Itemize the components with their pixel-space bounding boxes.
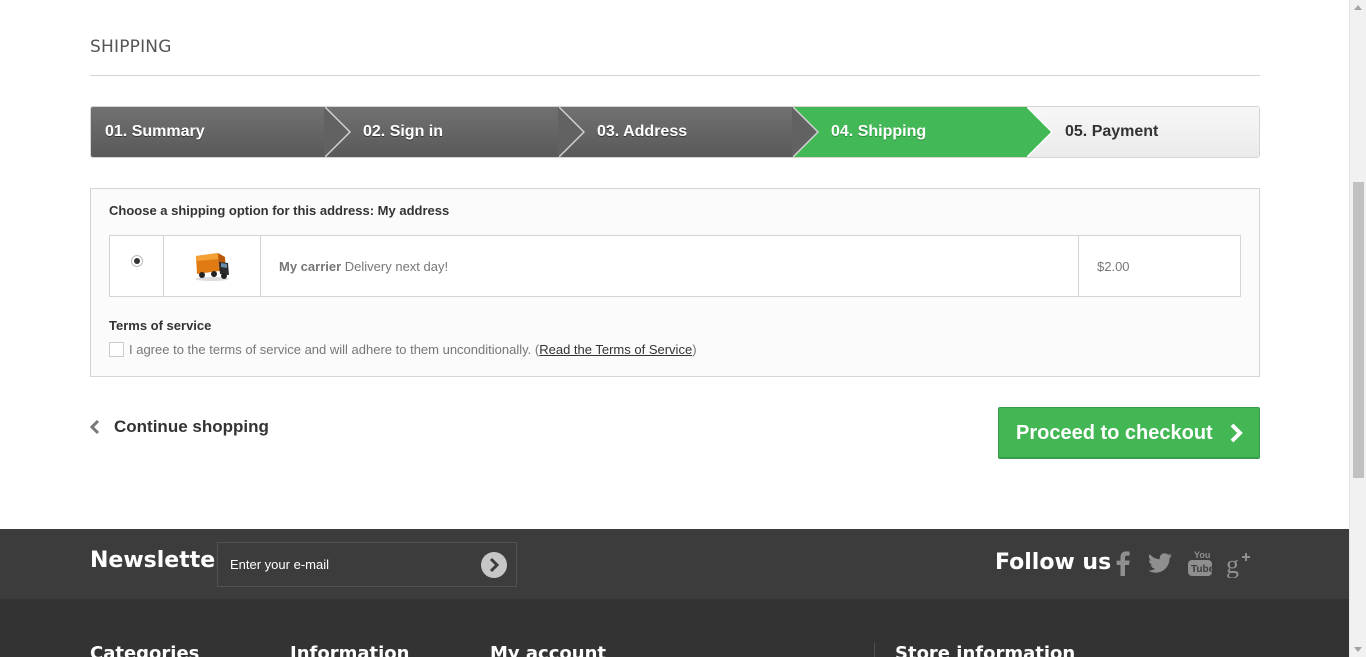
step-shipping: 04. Shipping: [793, 107, 1053, 157]
step-arrow: [558, 107, 585, 157]
step-label: 02. Sign in: [363, 123, 444, 140]
terms-title: Terms of service: [109, 318, 212, 333]
step-label: 04. Shipping: [831, 123, 927, 140]
carrier-price-cell: $2.00: [1079, 236, 1240, 296]
carrier-delay: Delivery next day!: [344, 258, 449, 274]
carrier-option-row[interactable]: My carrier Delivery next day! $2.00: [109, 235, 1241, 297]
terms-agree-text: I agree to the terms of service and will…: [129, 342, 532, 357]
proceed-to-checkout-button[interactable]: Proceed to checkout: [998, 407, 1260, 459]
newsletter-bar: Newsletter Enter your e-mail Follow us Y…: [0, 529, 1349, 599]
scroll-up-arrow-icon[interactable]: [1354, 5, 1362, 10]
delivery-truck-icon: [195, 253, 229, 281]
footer-divider: [874, 643, 875, 657]
step-arrow: [1026, 107, 1053, 157]
footer-column-categories: Categories: [90, 643, 200, 657]
svg-text:You: You: [1194, 550, 1210, 560]
newsletter-title: Newsletter: [90, 548, 227, 573]
footer-column-my-account: My account: [490, 643, 606, 657]
checkout-label: Proceed to checkout: [1016, 421, 1213, 444]
carrier-logo-cell: [164, 236, 261, 296]
shipping-option-title: Choose a shipping option for this addres…: [109, 203, 450, 218]
step-label: 01. Summary: [105, 123, 205, 140]
step-arrow: [324, 107, 351, 157]
chevron-left-icon: [90, 419, 100, 435]
chevron-right-icon: [1230, 423, 1243, 443]
step-label: 05. Payment: [1065, 123, 1159, 140]
vertical-scrollbar[interactable]: [1349, 0, 1366, 657]
newsletter-submit-button[interactable]: [481, 552, 507, 578]
newsletter-placeholder: Enter your e-mail: [230, 557, 329, 572]
step-label: 03. Address: [597, 123, 688, 140]
footer-column-information: Information: [290, 643, 410, 657]
terms-link[interactable]: Read the Terms of Service: [539, 342, 692, 357]
step-arrow: [792, 107, 819, 157]
newsletter-email-input[interactable]: Enter your e-mail: [217, 542, 517, 587]
shipping-options-box: Choose a shipping option for this addres…: [90, 188, 1260, 377]
step-summary[interactable]: 01. Summary: [91, 107, 351, 157]
youtube-icon[interactable]: You Tube: [1185, 548, 1215, 578]
facebook-icon[interactable]: [1108, 548, 1138, 578]
twitter-icon[interactable]: [1145, 548, 1175, 578]
carrier-price: $2.00: [1097, 258, 1130, 274]
page-title: SHIPPING: [90, 37, 172, 57]
carrier-radio-cell: [110, 236, 164, 296]
step-sign-in[interactable]: 02. Sign in: [325, 107, 585, 157]
scrollbar-thumb[interactable]: [1353, 182, 1364, 478]
terms-checkbox[interactable]: [109, 342, 124, 357]
page: SHIPPING 01. Summary 02. Sign in 03. Add…: [0, 0, 1349, 657]
footer: Categories Information My account Store …: [0, 599, 1349, 657]
carrier-radio[interactable]: [130, 255, 143, 267]
scroll-down-arrow-icon[interactable]: [1354, 647, 1362, 652]
chevron-right-icon: [489, 557, 500, 573]
svg-text:g: g: [1226, 550, 1239, 578]
svg-text:Tube: Tube: [1191, 564, 1215, 575]
footer-column-store-information: Store information: [895, 643, 1076, 657]
continue-shopping-link[interactable]: Continue shopping: [90, 417, 269, 437]
checkout-steps: 01. Summary 02. Sign in 03. Address 04. …: [90, 106, 1260, 158]
title-divider: [90, 75, 1260, 76]
step-address[interactable]: 03. Address: [559, 107, 819, 157]
follow-us-title: Follow us: [995, 550, 1112, 575]
terms-row: I agree to the terms of service and will…: [109, 342, 697, 357]
carrier-description-cell: My carrier Delivery next day!: [261, 236, 1079, 296]
terms-close-paren: ): [692, 342, 697, 357]
step-payment: 05. Payment: [1027, 107, 1259, 157]
carrier-name: My carrier: [279, 258, 342, 274]
continue-shopping-label: Continue shopping: [114, 417, 269, 436]
google-plus-icon[interactable]: g: [1225, 548, 1255, 578]
